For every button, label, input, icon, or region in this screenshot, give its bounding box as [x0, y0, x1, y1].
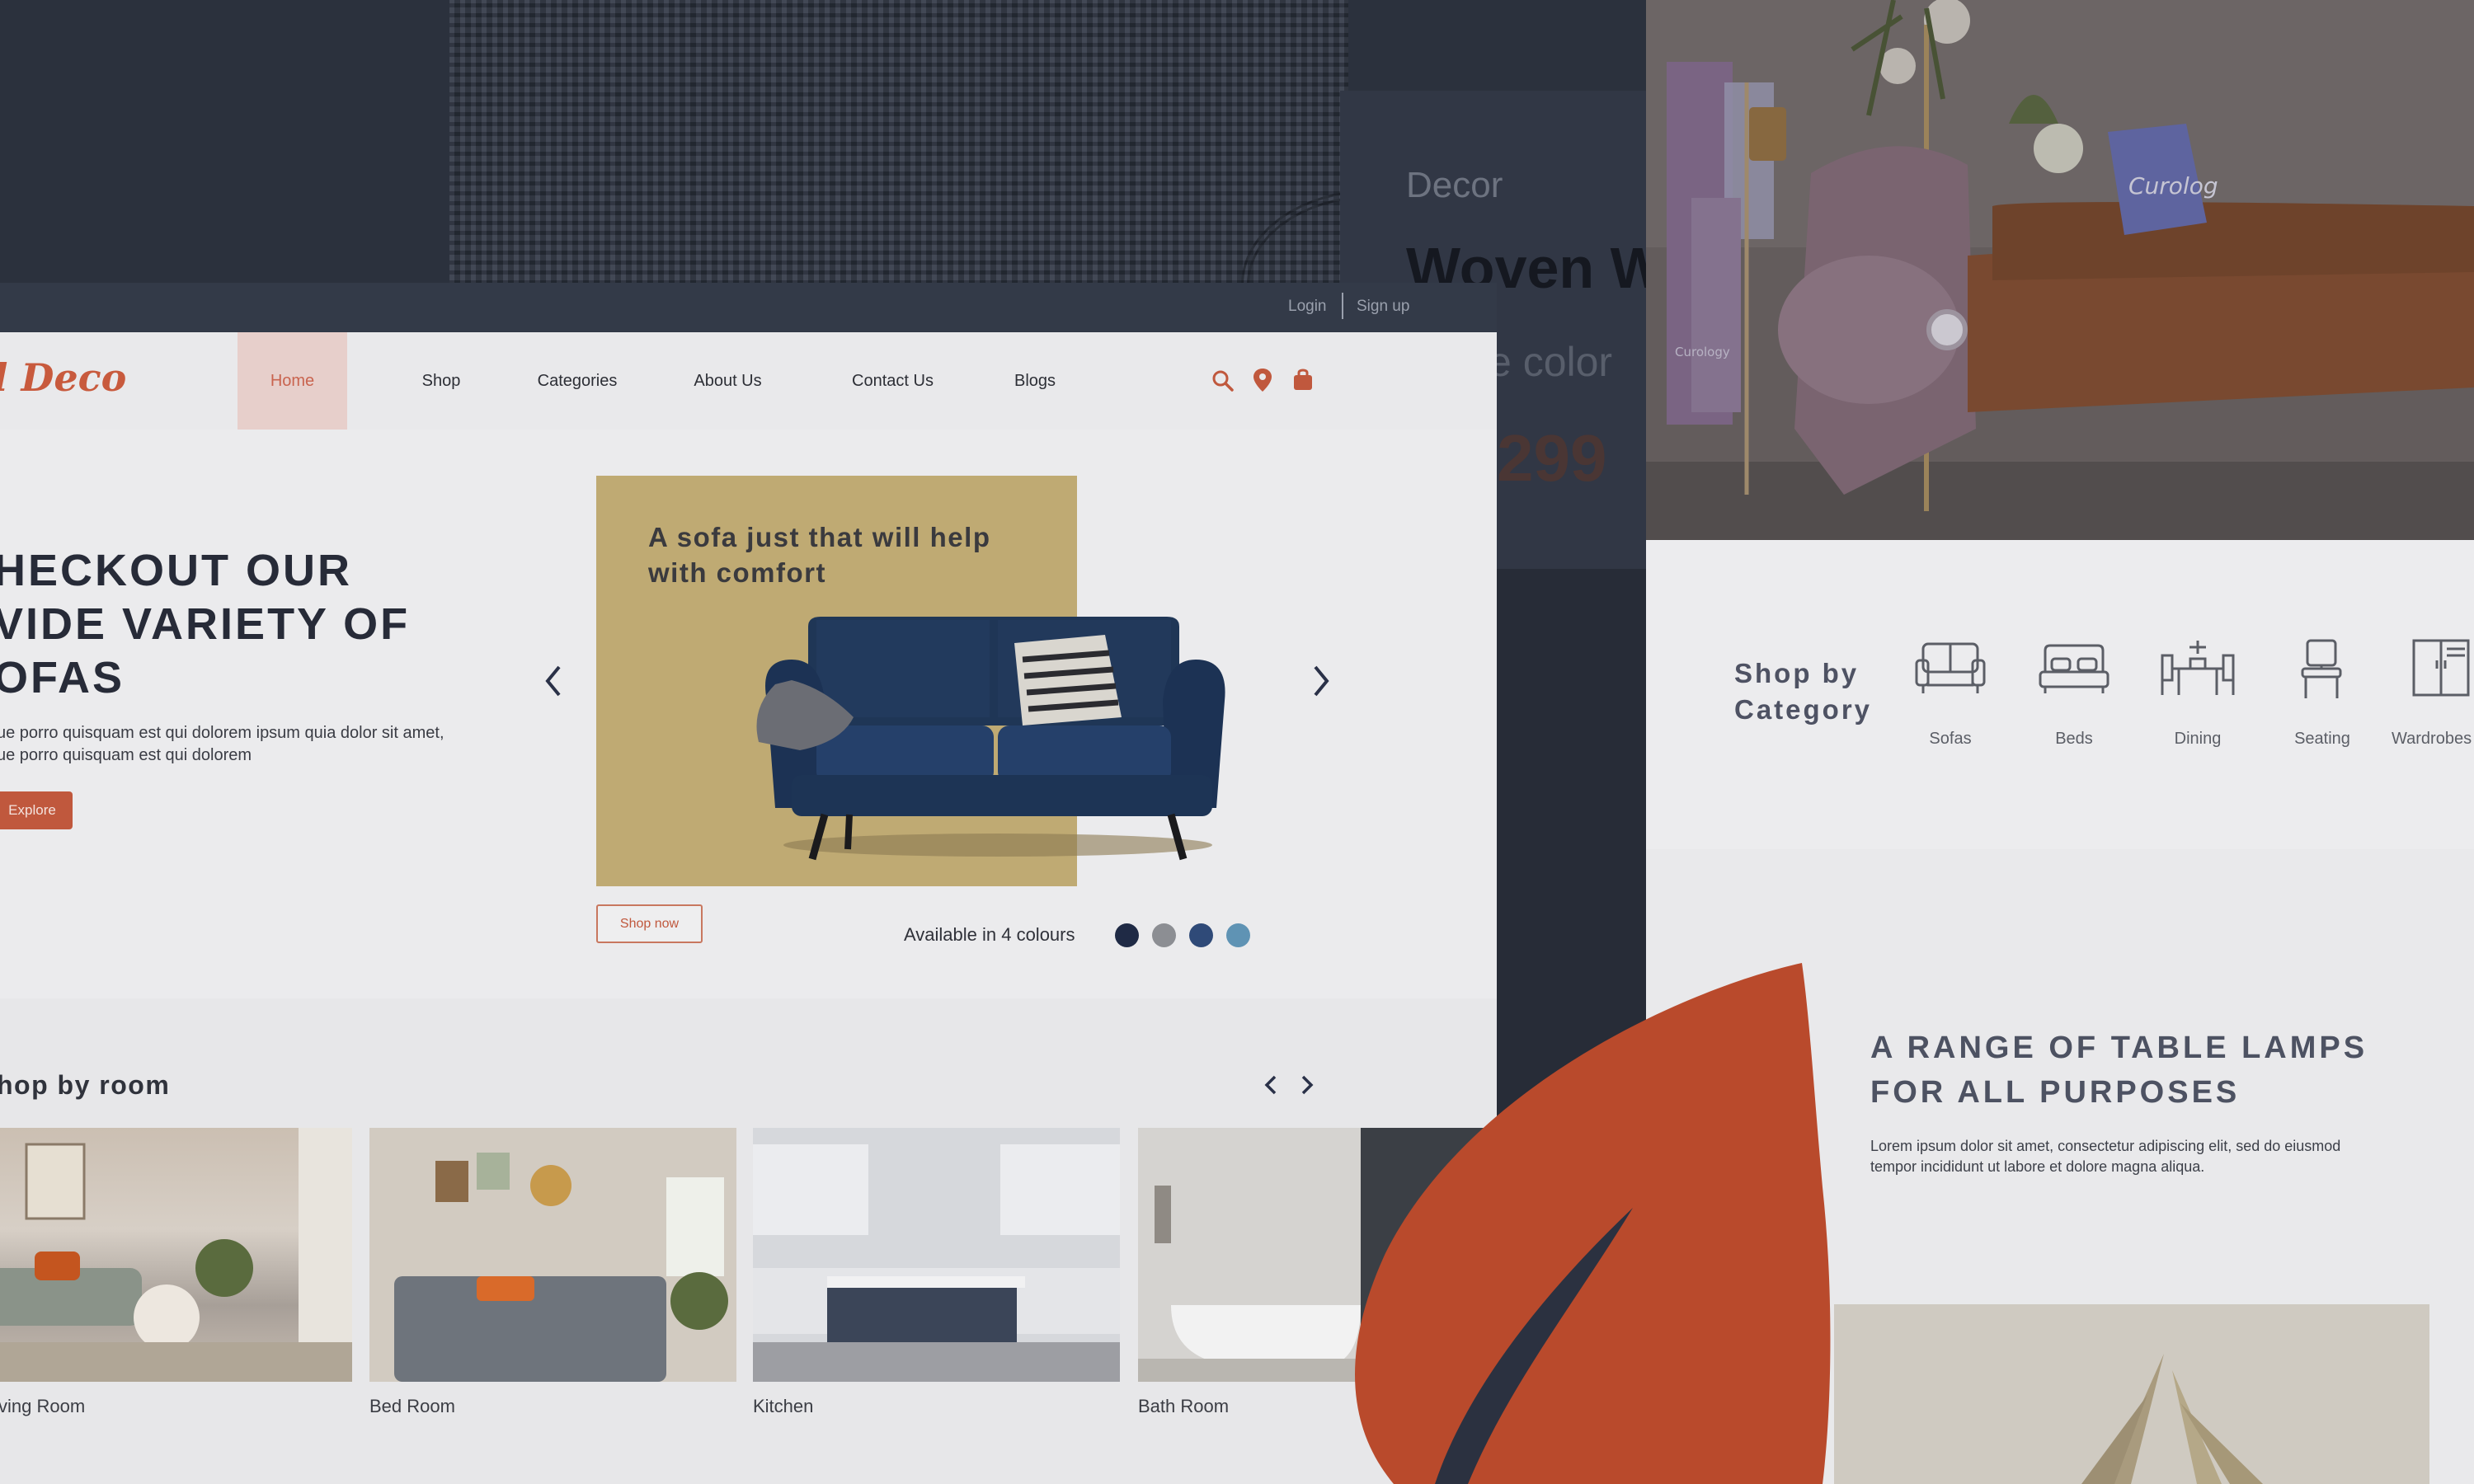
dried-palm-decor-image [2081, 1354, 2263, 1484]
living-room-photo [0, 1128, 352, 1382]
category-label-dining: Dining [2174, 730, 2222, 748]
lamps-body-line2: tempor incididunt ut labore et dolore ma… [1870, 1158, 2205, 1175]
hero-heading-line1: HECKOUT OUR [0, 546, 352, 595]
colour-swatch-blue[interactable] [1189, 923, 1213, 947]
room-card-kitchen[interactable] [753, 1128, 1120, 1382]
room-card-living-room[interactable] [0, 1128, 352, 1382]
colour-swatch-light-blue[interactable] [1226, 923, 1250, 947]
nav-contact[interactable]: Contact Us [837, 332, 948, 430]
brand-logo[interactable]: l Deco [0, 355, 126, 400]
leaf-logo-icon [1354, 963, 1831, 1484]
sofa-category-icon[interactable] [1913, 639, 1987, 702]
room-label-living: ving Room [0, 1396, 86, 1416]
product-price: 299 [1497, 421, 1607, 495]
woven-wall-hanging-image [449, 0, 1348, 284]
nav-blogs[interactable]: Blogs [1002, 332, 1068, 430]
room-label-bed: Bed Room [369, 1396, 455, 1416]
category-label-sofas: Sofas [1929, 730, 1972, 748]
colour-swatch-navy[interactable] [1115, 923, 1139, 947]
carousel-next-arrow-icon[interactable] [1309, 664, 1333, 698]
location-pin-icon[interactable] [1252, 367, 1273, 393]
lamps-body-line1: Lorem ipsum dolor sit amet, consectetur … [1870, 1138, 2341, 1154]
nav-home[interactable]: Home [238, 332, 347, 430]
table-lamp-photo [1834, 1304, 2429, 1484]
explore-button[interactable]: Explore [0, 791, 73, 829]
armchair-scene-image: Curolog Curology [1646, 0, 2474, 540]
hero-body-line1: ue porro quisquam est qui dolorem ipsum … [0, 724, 444, 742]
category-heading-line2: Category [1734, 694, 1873, 725]
bed-category-icon[interactable] [2037, 639, 2111, 702]
hero-heading-line3: OFAS [0, 653, 125, 702]
nav-categories[interactable]: Categories [524, 332, 631, 430]
lamps-heading-line2: FOR ALL PURPOSES [1870, 1075, 2241, 1110]
carousel-prev-arrow-icon[interactable] [541, 664, 566, 698]
nav-shop[interactable]: Shop [400, 332, 482, 430]
seating-category-icon[interactable] [2284, 639, 2359, 702]
hero-body-line2: ue porro quisquam est qui dolorem [0, 746, 252, 764]
product-color-label: e color [1489, 339, 1613, 385]
login-link[interactable]: Login [1288, 298, 1327, 316]
living-room-hero-photo: Curolog Curology [1646, 0, 2474, 540]
weave-pattern [1241, 190, 1348, 284]
category-heading-line1: Shop by [1734, 658, 1860, 688]
divider [1342, 293, 1343, 319]
hero-heading-line2: VIDE VARIETY OF [0, 599, 411, 649]
room-label-kitchen: Kitchen [753, 1396, 814, 1416]
top-bar: Login Sign up [0, 283, 1497, 332]
category-label-seating: Seating [2294, 730, 2350, 748]
bed-room-photo [369, 1128, 736, 1382]
room-card-bed-room[interactable] [369, 1128, 736, 1382]
sofa-image [756, 617, 1225, 861]
shop-by-room-heading: hop by room [0, 1070, 171, 1100]
nav-about[interactable]: About Us [680, 332, 775, 430]
wardrobe-category-icon[interactable] [2404, 639, 2474, 702]
lamps-heading-line1: A RANGE OF TABLE LAMPS [1870, 1031, 2368, 1065]
available-colours-label: Available in 4 colours [904, 924, 1075, 945]
category-label-wardrobes: Wardrobes [2392, 730, 2472, 748]
rooms-next-arrow-icon[interactable] [1296, 1073, 1316, 1097]
room-label-bath: Bath Room [1138, 1396, 1230, 1416]
rooms-prev-arrow-icon[interactable] [1262, 1073, 1282, 1097]
shopping-bag-icon[interactable] [1291, 367, 1315, 392]
colour-swatch-grey[interactable] [1152, 923, 1176, 947]
signup-link[interactable]: Sign up [1357, 298, 1409, 316]
search-icon[interactable] [1211, 369, 1235, 393]
kitchen-photo [753, 1128, 1120, 1382]
slide-caption: A sofa just that will help with comfort [648, 522, 991, 588]
shop-now-button[interactable]: Shop now [596, 904, 703, 943]
category-label-beds: Beds [2055, 730, 2093, 748]
dining-category-icon[interactable] [2161, 639, 2235, 702]
main-navigation: l Deco Home Shop Categories About Us Con… [0, 332, 1497, 430]
product-category: Decor [1406, 165, 1503, 205]
